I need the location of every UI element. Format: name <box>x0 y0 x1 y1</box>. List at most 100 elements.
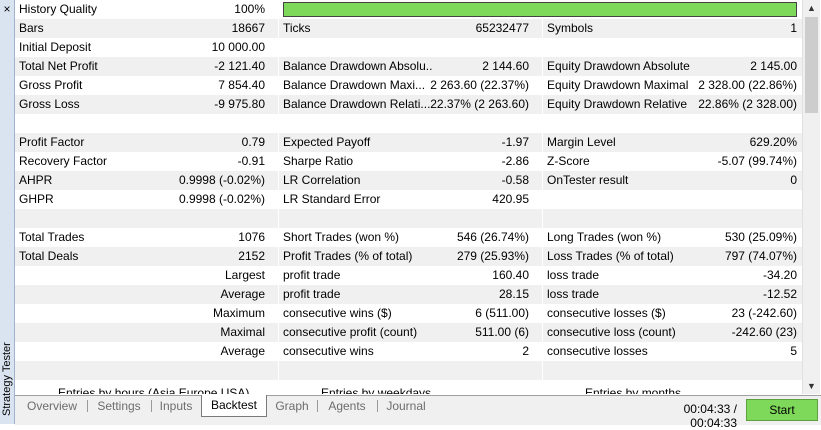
column-separator <box>542 247 543 266</box>
report-row <box>15 361 802 380</box>
metric-value: -0.58 <box>501 173 529 187</box>
column-separator <box>278 285 279 304</box>
report-row: Maximal consecutive profit (count) 511.00 … <box>15 323 802 342</box>
history-quality-bar <box>283 2 797 17</box>
vertical-scrollbar[interactable]: ▲ ▼ <box>802 0 820 394</box>
metric-value: 2 328.00 (22.86%) <box>698 78 797 92</box>
scroll-up-icon[interactable]: ▲ <box>803 0 820 16</box>
tab-divider <box>317 400 318 412</box>
metric-value: 2 <box>522 344 529 358</box>
metric-value: 6 (511.00) <box>475 306 529 320</box>
report-row <box>15 209 802 228</box>
metric-value: 1076 <box>238 230 265 244</box>
column-separator <box>542 209 543 228</box>
metric-value: 10 000.00 <box>211 40 265 54</box>
metric-value: 100% <box>234 2 265 16</box>
column-separator <box>542 133 543 152</box>
column-separator <box>278 190 279 209</box>
column-separator <box>278 114 279 133</box>
column-separator <box>542 114 543 133</box>
report-row: Average consecutive wins 2 consecutive loss… <box>15 342 802 361</box>
report-row: Recovery Factor -0.91 Sharpe Ratio -2.86 Z-S… <box>15 152 802 171</box>
metric-value: 65232477 <box>475 21 529 35</box>
close-icon[interactable]: × <box>0 2 14 16</box>
report-row: Gross Loss -9 975.80 Balance Drawdown Rela… <box>15 95 802 114</box>
column-separator <box>278 152 279 171</box>
tab-inputs[interactable]: Inputs <box>155 396 197 416</box>
column-separator <box>278 323 279 342</box>
column-separator <box>542 19 543 38</box>
column-separator <box>278 0 279 19</box>
metric-value: 18667 <box>231 21 265 35</box>
tab-divider <box>151 400 152 412</box>
column-separator <box>278 95 279 114</box>
metric-value: 511.00 (6) <box>475 325 529 339</box>
elapsed-timer: 00:04:33 / 00:04:33 <box>683 402 737 430</box>
metric-value: 23 (-242.60) <box>731 306 797 320</box>
metric-value: 22.86% (2 328.00) <box>698 97 797 111</box>
report-row: Total Net Profit -2 121.40 Balance Drawdow… <box>15 57 802 76</box>
metric-value: 0 <box>790 173 797 187</box>
column-separator <box>278 228 279 247</box>
tab-backtest[interactable]: Backtest <box>201 395 267 417</box>
metric-value: -2 121.40 <box>214 59 265 73</box>
metric-value: 22.37% (2 263.60) <box>430 97 529 111</box>
metric-value: -34.20 <box>762 268 797 282</box>
column-separator <box>542 342 543 361</box>
metric-label: Largest <box>224 268 265 282</box>
scroll-thumb[interactable] <box>805 17 818 113</box>
metric-value: 2152 <box>238 249 265 263</box>
tab-agents[interactable]: Agents <box>321 396 373 416</box>
start-button[interactable]: Start <box>746 399 818 421</box>
metric-value: 0.9998 (-0.02%) <box>178 173 265 187</box>
report-row: Profit Factor 0.79 Expected Payoff -1.97 Mar… <box>15 133 802 152</box>
report-row: Total Deals 2152 Profit Trades (% of total… <box>15 247 802 266</box>
strategy-tester-sidebar: × Strategy Tester <box>0 0 15 424</box>
metric-value: 7 854.40 <box>218 78 265 92</box>
column-separator <box>542 228 543 247</box>
metric-label: Maximal <box>220 325 265 339</box>
report-row: AHPR 0.9998 (-0.02%) LR Correlation -0.58 On… <box>15 171 802 190</box>
metric-value: -12.52 <box>762 287 797 301</box>
column-separator <box>278 171 279 190</box>
column-separator <box>542 361 543 380</box>
strategy-tester-title: Strategy Tester <box>1 342 13 416</box>
column-separator <box>542 190 543 209</box>
column-separator <box>542 95 543 114</box>
column-separator <box>278 266 279 285</box>
metric-value: 0.79 <box>241 135 265 149</box>
column-separator <box>542 304 543 323</box>
column-separator <box>278 133 279 152</box>
metric-value: 279 (25.93%) <box>456 249 529 263</box>
report-row: Largest profit trade 160.40 loss trade -34.2… <box>15 266 802 285</box>
metric-value: -1.97 <box>501 135 529 149</box>
tab-graph[interactable]: Graph <box>271 396 313 416</box>
tab-settings[interactable]: Settings <box>91 396 147 416</box>
metric-value: -242.60 (23) <box>731 325 797 339</box>
metric-value: 420.95 <box>492 192 529 206</box>
metric-label: Average <box>220 287 265 301</box>
column-separator <box>278 247 279 266</box>
metric-value: 2 263.60 (22.37%) <box>430 78 529 92</box>
report-row: History Quality 100% <box>15 0 802 19</box>
report-row: Bars 18667 Ticks 65232477 Symbols 1 <box>15 19 802 38</box>
report-row: Gross Profit 7 854.40 Balance Drawdown Max… <box>15 76 802 95</box>
next-section-headers: Entries by hours (Asia Europe USA) Entri… <box>15 385 802 394</box>
metric-value: 2 145.00 <box>750 59 797 73</box>
tab-journal[interactable]: Journal <box>381 396 431 416</box>
metric-label: Maximum <box>212 306 265 320</box>
report-row: GHPR 0.9998 (-0.02%) LR Standard Error 420.… <box>15 190 802 209</box>
entries-by-weekdays-label: Entries by weekdays <box>321 386 432 394</box>
metric-value: 546 (26.74%) <box>456 230 529 244</box>
tab-overview[interactable]: Overview <box>21 396 83 416</box>
column-separator <box>542 38 543 57</box>
report-row: Total Trades 1076 Short Trades (won %) 546 … <box>15 228 802 247</box>
report-row: Initial Deposit 10 000.00 <box>15 38 802 57</box>
metric-value: 797 (74.07%) <box>724 249 797 263</box>
report-row: Average profit trade 28.15 loss trade -12.52 <box>15 285 802 304</box>
column-separator <box>542 171 543 190</box>
column-separator <box>542 323 543 342</box>
entries-by-months-label: Entries by months <box>585 386 682 394</box>
column-separator <box>542 57 543 76</box>
scroll-down-icon[interactable]: ▼ <box>803 378 820 394</box>
